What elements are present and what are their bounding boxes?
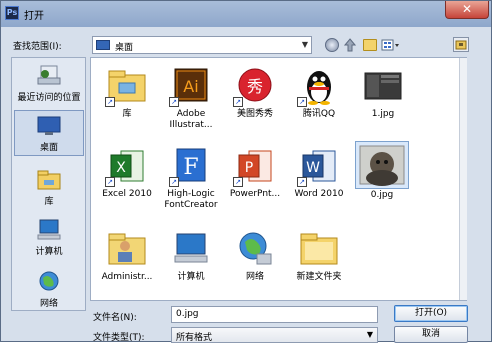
svg-text:Ai: Ai <box>183 77 198 96</box>
file-item-network[interactable]: 网络 <box>223 228 287 283</box>
file-label: 1.jpg <box>371 109 395 119</box>
place-recent[interactable]: 最近访问的位置 <box>14 64 84 103</box>
file-item-qq[interactable]: ↗ 腾讯QQ <box>287 65 351 120</box>
file-item-libraries[interactable]: ↗ 库 <box>95 65 159 120</box>
file-item-administrator[interactable]: Administr... <box>95 228 159 283</box>
file-label: High-Logic FontCreator <box>164 189 218 210</box>
file-item-1jpg[interactable]: 1.jpg <box>351 65 415 120</box>
shortcut-arrow-icon: ↗ <box>105 177 115 187</box>
file-label: 腾讯QQ <box>302 109 336 119</box>
photoshop-icon: Ps <box>5 6 19 20</box>
svg-text:X: X <box>116 160 126 176</box>
file-label: PowerPnt... <box>229 189 281 199</box>
place-label: 库 <box>44 197 54 207</box>
file-item-0jpg[interactable]: 0.jpg <box>349 141 415 201</box>
svg-text:秀: 秀 <box>247 77 263 96</box>
file-item-fontcreator[interactable]: F ↗ High-Logic FontCreator <box>159 145 223 211</box>
file-label: 库 <box>122 109 132 119</box>
network-icon <box>233 228 277 270</box>
file-type-label: 文件类型(T): <box>93 333 145 343</box>
view-menu-icon[interactable] <box>381 38 401 52</box>
image-thumbnail-icon <box>361 65 405 107</box>
file-item-meitu[interactable]: 秀 ↗ 美图秀秀 <box>223 65 287 120</box>
file-item-illustrator[interactable]: Ai ↗ Adobe Illustrat... <box>159 65 223 131</box>
file-type-dropdown[interactable]: 所有格式 ▼ <box>171 327 378 343</box>
place-desktop[interactable]: 桌面 <box>14 110 84 156</box>
vertical-scrollbar[interactable] <box>459 58 467 300</box>
file-label: 计算机 <box>177 272 205 282</box>
file-item-new-folder[interactable]: 新建文件夹 <box>287 228 351 283</box>
libraries-folder-icon: ↗ <box>105 65 149 107</box>
file-name-input[interactable]: 0.jpg <box>171 306 378 323</box>
up-folder-icon[interactable] <box>344 38 356 52</box>
place-computer[interactable]: 计算机 <box>14 218 84 257</box>
place-libraries[interactable]: 库 <box>14 168 84 207</box>
place-label: 最近访问的位置 <box>17 93 81 103</box>
file-label: Administr... <box>101 272 153 282</box>
title-bar[interactable]: Ps 打开 ✕ <box>1 1 491 27</box>
word-icon: W ↗ <box>297 145 341 187</box>
file-label: 0.jpg <box>370 190 394 200</box>
file-item-computer[interactable]: 计算机 <box>159 228 223 283</box>
desktop-icon <box>96 40 110 50</box>
file-label: Adobe Illustrat... <box>169 109 213 130</box>
photo-thumbnail-icon <box>355 141 409 189</box>
shortcut-arrow-icon: ↗ <box>169 177 179 187</box>
computer-icon <box>169 228 213 270</box>
chevron-down-icon: ▼ <box>366 330 373 339</box>
place-network[interactable]: 网络 <box>14 270 84 309</box>
look-in-value: 桌面 <box>115 43 134 53</box>
back-icon[interactable] <box>325 38 339 52</box>
library-icon[interactable] <box>453 37 469 52</box>
chevron-down-icon: ▼ <box>301 40 308 49</box>
fontcreator-icon: F ↗ <box>169 145 213 187</box>
file-name-label: 文件名(N): <box>93 313 137 323</box>
place-label: 桌面 <box>39 143 58 153</box>
place-label: 计算机 <box>35 247 63 257</box>
shortcut-arrow-icon: ↗ <box>233 177 243 187</box>
network-icon <box>35 270 63 294</box>
close-button[interactable]: ✕ <box>445 1 489 19</box>
recent-places-icon <box>35 64 63 88</box>
powerpoint-icon: P ↗ <box>233 145 277 187</box>
folder-icon <box>297 228 341 270</box>
shortcut-arrow-icon: ↗ <box>105 97 115 107</box>
window-title: 打开 <box>24 11 44 22</box>
illustrator-icon: Ai ↗ <box>169 65 213 107</box>
shortcut-arrow-icon: ↗ <box>297 177 307 187</box>
file-label: 新建文件夹 <box>296 272 342 282</box>
place-label: 网络 <box>39 299 58 309</box>
file-item-word[interactable]: W ↗ Word 2010 <box>287 145 351 200</box>
file-item-powerpoint[interactable]: P ↗ PowerPnt... <box>223 145 287 200</box>
places-bar: 最近访问的位置 桌面 库 计算机 网络 <box>11 57 86 311</box>
libraries-icon <box>35 168 63 192</box>
look-in-label: 查找范围(I): <box>13 42 62 52</box>
file-item-excel[interactable]: X ↗ Excel 2010 <box>95 145 159 200</box>
file-list[interactable]: ↗ 库 Ai ↗ Adobe Illustrat... 秀 ↗ 美图秀秀 ↗ 腾… <box>90 57 467 301</box>
new-folder-icon[interactable] <box>363 39 377 51</box>
qq-penguin-icon: ↗ <box>297 65 341 107</box>
file-label: Excel 2010 <box>102 189 152 199</box>
desktop-icon <box>35 114 63 138</box>
open-button[interactable]: 打开(O) <box>394 305 468 322</box>
open-dialog: Ps 打开 ✕ 查找范围(I): 桌面 ▼ 最近访问的位置 桌面 库 计算机 网… <box>0 0 492 343</box>
file-label: 美图秀秀 <box>236 109 273 119</box>
file-label: 网络 <box>245 272 264 282</box>
svg-text:P: P <box>245 160 253 176</box>
svg-text:F: F <box>183 155 198 180</box>
meitu-icon: 秀 ↗ <box>233 65 277 107</box>
svg-text:W: W <box>306 160 320 176</box>
cancel-button[interactable]: 取消 <box>394 326 468 343</box>
user-folder-icon <box>105 228 149 270</box>
excel-icon: X ↗ <box>105 145 149 187</box>
shortcut-arrow-icon: ↗ <box>169 97 179 107</box>
shortcut-arrow-icon: ↗ <box>297 97 307 107</box>
shortcut-arrow-icon: ↗ <box>233 97 243 107</box>
look-in-dropdown[interactable]: 桌面 ▼ <box>92 36 312 54</box>
computer-icon <box>35 218 63 242</box>
file-label: Word 2010 <box>294 189 344 199</box>
